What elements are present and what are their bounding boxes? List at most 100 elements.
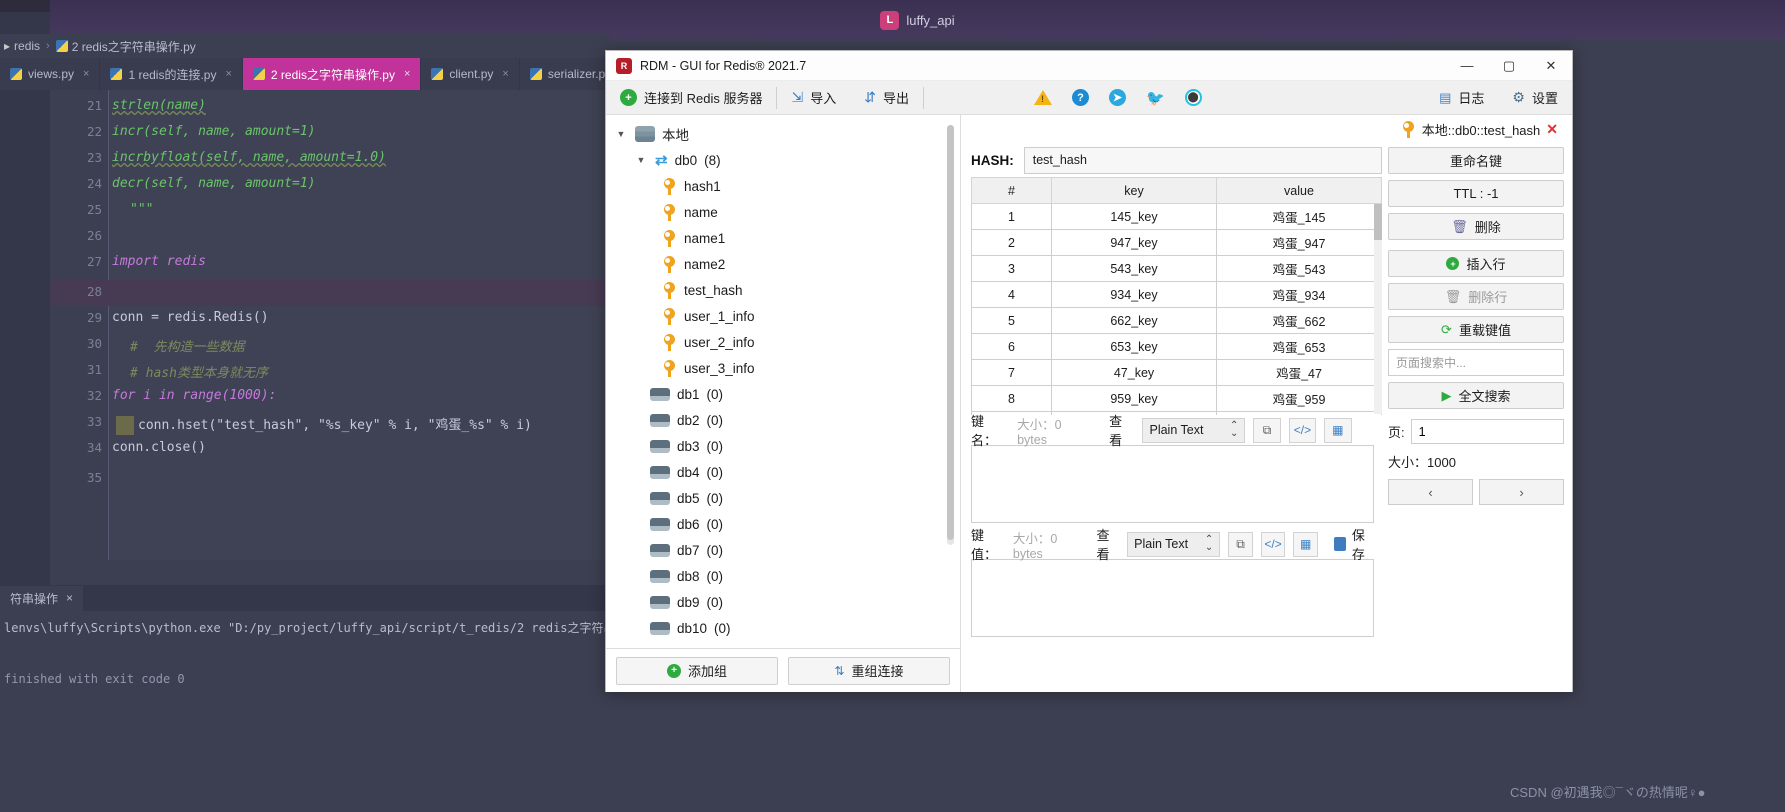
toolbar-right-group[interactable]: ▤ 日志 ⚙ 设置 [1425,81,1572,115]
cell-value[interactable]: 鸡蛋_543 [1216,255,1382,282]
add-group-button[interactable]: + 添加组 [616,656,778,685]
log-button[interactable]: ▤ 日志 [1425,81,1498,115]
rdm-toolbar[interactable]: + 连接到 Redis 服务器 ⇲ 导入 ⇵ 导出 ? ➤ 🐦 ⬤ ▤ 日志 ⚙ [606,81,1572,115]
insert-row-button[interactable]: + 插入行 [1388,250,1564,277]
editor-tab-bar[interactable]: views.py × 1 redis的连接.py × 2 redis之字符串操作… [0,58,638,90]
chevron-updown-icon[interactable]: ⌃ ⌄ [1230,421,1238,439]
format-key-button[interactable]: </> [1288,417,1317,443]
column-header-index[interactable]: # [971,177,1052,204]
close-icon[interactable]: ✕ [1546,121,1558,138]
table-row[interactable]: 1 145_key 鸡蛋_145 [971,203,1382,230]
cell-key[interactable]: 934_key [1051,281,1217,308]
table-row[interactable]: 9 765_key 鸡蛋_765 [971,411,1382,415]
cell-key[interactable]: 947_key [1051,229,1217,256]
column-header-key[interactable]: key [1051,177,1217,204]
tree-node-db0[interactable]: ▼ ⇄ db0 (8) [606,147,960,173]
tree-scroll-area[interactable]: ▼ 本地 ▼ ⇄ db0 (8) hash1 name name1 name2 … [606,115,960,648]
tree-node-db6[interactable]: db6 (0) [606,511,960,537]
chart-value-button[interactable]: ▦ [1293,531,1318,557]
reload-value-button[interactable]: ⟳ 重载键值 [1388,316,1564,343]
cell-key[interactable]: 662_key [1051,307,1217,334]
delete-row-button[interactable]: 🗑 删除行 [1388,283,1564,310]
table-row[interactable]: 2 947_key 鸡蛋_947 [971,229,1382,256]
connection-tree-pane[interactable]: ▼ 本地 ▼ ⇄ db0 (8) hash1 name name1 name2 … [606,115,961,692]
chevron-down-icon[interactable]: ▼ [614,129,628,139]
page-search-input[interactable]: 页面搜索中... [1388,349,1564,376]
rename-key-button[interactable]: 重命名键 [1388,147,1564,174]
column-header-value[interactable]: value [1216,177,1382,204]
tree-key-name1[interactable]: name1 [606,225,960,251]
key-editor-textarea[interactable] [971,445,1374,523]
tree-key-user-1-info[interactable]: user_1_info [606,303,960,329]
ttl-button[interactable]: TTL : -1 [1388,180,1564,207]
prev-page-button[interactable]: ‹ [1388,479,1473,505]
tab-close-icon[interactable]: × [83,68,89,80]
tree-scrollbar-thumb[interactable] [947,125,954,540]
table-row[interactable]: 5 662_key 鸡蛋_662 [971,307,1382,334]
tree-node-db5[interactable]: db5 (0) [606,485,960,511]
key-format-select[interactable]: Plain Text ⌃ ⌄ [1142,417,1246,443]
cell-key[interactable]: 543_key [1051,255,1217,282]
key-name-input[interactable]: test_hash [1023,146,1382,174]
editor-tab-redis-connect[interactable]: 1 redis的连接.py × [100,58,243,90]
rdm-title-bar[interactable]: R RDM - GUI for Redis® 2021.7 — ▢ ✕ [606,51,1572,81]
copy-key-button[interactable]: ⧉ [1253,417,1281,443]
format-value-button[interactable]: </> [1260,531,1286,557]
value-format-select[interactable]: Plain Text ⌃ ⌄ [1127,531,1221,557]
tree-key-name[interactable]: name [606,199,960,225]
warning-icon[interactable] [1033,90,1052,105]
table-row[interactable]: 3 543_key 鸡蛋_543 [971,255,1382,282]
tree-node-db9[interactable]: db9 (0) [606,589,960,615]
tree-key-user-2-info[interactable]: user_2_info [606,329,960,355]
import-button[interactable]: ⇲ 导入 [777,81,850,115]
chevron-down-icon[interactable]: ▼ [634,155,648,165]
run-tool-window-tabs[interactable]: 符串操作 × [0,585,610,611]
editor-tab-redis-string[interactable]: 2 redis之字符串操作.py × [242,58,422,90]
refresh-icon[interactable]: ⇄ [655,151,668,169]
tree-node-db8[interactable]: db8 (0) [606,563,960,589]
table-scrollbar-thumb[interactable] [1374,204,1382,240]
page-input[interactable]: 1 [1410,419,1564,444]
tab-close-icon[interactable]: × [225,68,231,80]
table-row[interactable]: 8 959_key 鸡蛋_959 [971,385,1382,412]
cell-key[interactable]: 47_key [1051,359,1217,386]
cell-value[interactable]: 鸡蛋_765 [1216,411,1382,415]
cell-key[interactable]: 653_key [1051,333,1217,360]
tree-footer[interactable]: + 添加组 ⇅ 重组连接 [606,648,960,692]
telegram-icon[interactable]: ➤ [1108,89,1126,106]
settings-button[interactable]: ⚙ 设置 [1498,81,1572,115]
tab-close-icon[interactable]: × [404,68,410,80]
twitter-icon[interactable]: 🐦 [1146,89,1165,107]
export-button[interactable]: ⇵ 导出 [850,81,923,115]
cell-value[interactable]: 鸡蛋_653 [1216,333,1382,360]
tab-close-icon[interactable]: × [502,68,508,80]
hash-table-wrap[interactable]: # key value 1 145_key 鸡蛋_145 2 947_key 鸡… [971,177,1382,415]
chart-key-button[interactable]: ▦ [1324,417,1352,443]
cell-key[interactable]: 959_key [1051,385,1217,412]
help-icon[interactable]: ? [1071,89,1089,106]
tree-node-db1[interactable]: db1 (0) [606,381,960,407]
run-tab-active[interactable]: 符串操作 × [0,585,84,611]
full-search-button[interactable]: ▶ 全文搜索 [1388,382,1564,409]
next-page-button[interactable]: › [1479,479,1564,505]
project-chip[interactable]: L luffy_api [880,10,955,30]
table-row[interactable]: 4 934_key 鸡蛋_934 [971,281,1382,308]
close-button[interactable]: ✕ [1530,51,1572,81]
github-icon[interactable]: ⬤ [1184,89,1202,106]
tree-node-root[interactable]: ▼ 本地 [606,121,960,147]
tree-key-user-3-info[interactable]: user_3_info [606,355,960,381]
value-editor-textarea[interactable] [971,559,1374,637]
reconnect-button[interactable]: ⇅ 重组连接 [788,656,950,685]
cell-value[interactable]: 鸡蛋_145 [1216,203,1382,230]
delete-key-button[interactable]: 🗑 删除 [1388,213,1564,240]
save-button[interactable]: 保存 [1326,528,1382,562]
cell-value[interactable]: 鸡蛋_934 [1216,281,1382,308]
breadcrumb-folder[interactable]: ▸ redis [4,39,40,53]
cell-value[interactable]: 鸡蛋_47 [1216,359,1382,386]
minimize-button[interactable]: — [1446,51,1488,81]
tree-node-db2[interactable]: db2 (0) [606,407,960,433]
tree-key-test-hash[interactable]: test_hash [606,277,960,303]
copy-value-button[interactable]: ⧉ [1228,531,1253,557]
tree-key-hash1[interactable]: hash1 [606,173,960,199]
cell-value[interactable]: 鸡蛋_959 [1216,385,1382,412]
